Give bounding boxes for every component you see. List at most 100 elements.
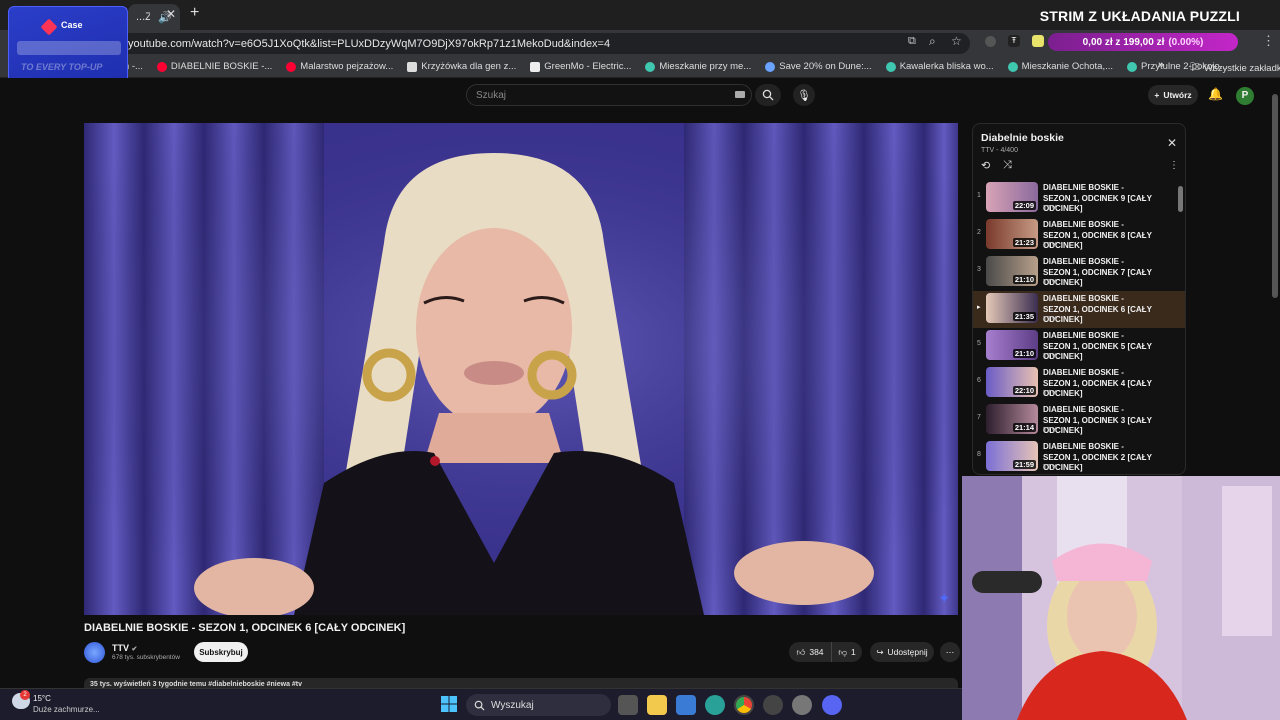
more-actions-button[interactable]: ⋯ xyxy=(940,642,960,662)
extension-icon[interactable]: Ŧ xyxy=(1008,35,1020,47)
close-icon[interactable]: ✕ xyxy=(1167,136,1177,150)
taskbar-search[interactable]: Wyszukaj xyxy=(466,694,611,716)
task-view-icon[interactable] xyxy=(618,695,638,715)
share-button[interactable]: ↪ Udostępnij xyxy=(870,642,934,662)
discord-icon[interactable] xyxy=(822,695,842,715)
steam-icon xyxy=(765,61,776,72)
description-box[interactable]: 35 tys. wyświetleń 3 tygodnie temu #diab… xyxy=(84,678,958,688)
channel-watermark-icon[interactable]: ✦ xyxy=(938,590,950,607)
playlist-title[interactable]: Diabelnie boskie xyxy=(981,132,1064,144)
install-app-icon[interactable]: ⧉ xyxy=(908,35,916,48)
playlist-item[interactable]: 5 21:10 DIABELNIE BOSKIE - SEZON 1, ODCI… xyxy=(973,328,1185,365)
bookmark-item[interactable]: Mieszkanie przy me... xyxy=(645,61,751,72)
create-button[interactable]: + Utwórz xyxy=(1148,85,1198,105)
weather-temp[interactable]: 15°C xyxy=(33,694,51,703)
channel-name[interactable]: TTV ✔ xyxy=(112,643,137,653)
donation-percent: (0.00%) xyxy=(1168,36,1204,48)
address-bar[interactable]: youtube.com/watch?v=e6O5J1XoQtk&list=PLU… xyxy=(120,33,970,54)
playlist-item[interactable]: 3 21:10 DIABELNIE BOSKIE - SEZON 1, ODCI… xyxy=(973,254,1185,291)
all-bookmarks-folder[interactable]: 🗀 Wszystkie zakładki xyxy=(1190,60,1280,77)
playlist-item[interactable]: 2 21:23 DIABELNIE BOSKIE - SEZON 1, ODCI… xyxy=(973,217,1185,254)
playlist-item[interactable]: 6 22:10 DIABELNIE BOSKIE - SEZON 1, ODCI… xyxy=(973,365,1185,402)
donation-amount: 0,00 zł z 199,00 zł xyxy=(1082,36,1165,48)
extension-icon[interactable] xyxy=(985,36,996,47)
windows-start-icon[interactable] xyxy=(440,695,460,715)
search-button[interactable] xyxy=(755,84,781,106)
subscribe-button[interactable]: Subskrybuj xyxy=(194,642,248,662)
thumbs-down-icon: 👎︎ xyxy=(838,646,847,657)
thumbs-up-icon: 👍︎ xyxy=(796,646,806,657)
search-placeholder: Szukaj xyxy=(476,89,507,101)
bookmark-star-icon[interactable]: ☆ xyxy=(951,34,962,48)
youtube-icon xyxy=(156,61,167,72)
video-thumbnail: 21:14 xyxy=(986,404,1038,434)
keyboard-icon[interactable] xyxy=(735,91,745,98)
browser-menu-icon[interactable]: ⋮ xyxy=(1262,33,1275,49)
voice-search-button[interactable]: 🎙 xyxy=(793,84,815,106)
playlist-item-current[interactable]: ▸ 21:35 DIABELNIE BOSKIE - SEZON 1, ODCI… xyxy=(973,291,1185,328)
shuffle-icon[interactable]: ⤨ xyxy=(1003,159,1012,172)
share-icon: ↪ xyxy=(876,646,884,657)
bookmarks-bar: um -... DIABELNIE BOSKIE -... Malarstwo … xyxy=(0,56,1280,78)
video-thumbnail: 22:09 xyxy=(986,182,1038,212)
channel-avatar[interactable] xyxy=(84,642,105,663)
bookmark-item[interactable]: DIABELNIE BOSKIE -... xyxy=(156,61,272,72)
webcam-overlay xyxy=(962,476,1280,720)
playlist-item[interactable]: 1 22:09 DIABELNIE BOSKIE - SEZON 1, ODCI… xyxy=(973,180,1185,217)
edge-icon[interactable] xyxy=(705,695,725,715)
playlist-item[interactable]: 7 21:14 DIABELNIE BOSKIE - SEZON 1, ODCI… xyxy=(973,402,1185,439)
otodom-icon xyxy=(645,61,656,72)
bookmark-item[interactable]: GreenMo - Electric... xyxy=(530,61,631,72)
video-player[interactable]: ✦ xyxy=(84,123,958,615)
more-bookmarks-icon[interactable]: » xyxy=(1158,59,1164,71)
tab-title: ...ZON xyxy=(136,11,151,23)
new-tab-icon[interactable]: + xyxy=(190,4,199,22)
loop-icon[interactable]: ⟲ xyxy=(981,159,990,172)
video-thumbnail: 21:59 xyxy=(986,441,1038,471)
case-tagline: TO EVERY TOP-UP xyxy=(21,62,103,72)
settings-icon[interactable] xyxy=(792,695,812,715)
playlist-scrollbar[interactable] xyxy=(1178,186,1183,212)
playlist-more-icon[interactable]: ⋮ xyxy=(1169,160,1179,171)
bookmark-item[interactable]: Malarstwo pejzażow... xyxy=(286,61,393,72)
bookmark-item[interactable]: Krzyżówka dla gen z... xyxy=(407,61,516,72)
microsoft-store-icon[interactable] xyxy=(676,695,696,715)
page-icon xyxy=(530,61,541,72)
notifications-bell-icon[interactable]: 🔔 xyxy=(1208,87,1223,101)
browser-tab-strip: ...ZON 🔊 ✕ + STRIM Z UKŁADANIA PUZZLI xyxy=(0,0,1280,30)
chrome-icon[interactable] xyxy=(734,695,754,715)
video-thumbnail: 21:10 xyxy=(986,256,1038,286)
page-icon xyxy=(407,61,418,72)
extension-icon[interactable] xyxy=(1032,35,1044,47)
playlist-panel: Diabelnie boskie TTV - 4/400 ✕ ⟲ ⤨ ⋮ 1 2… xyxy=(972,123,1186,475)
webcam-feed xyxy=(962,476,1280,720)
playlist-meta: TTV - 4/400 xyxy=(981,147,1018,154)
video-thumbnail: 21:10 xyxy=(986,330,1038,360)
obs-icon[interactable] xyxy=(763,695,783,715)
like-button[interactable]: 👍︎ 384 xyxy=(789,642,831,662)
bookmark-item[interactable]: Kawalerka bliska wo... xyxy=(885,61,994,72)
otodom-icon xyxy=(1007,61,1018,72)
avatar[interactable]: P xyxy=(1236,87,1254,105)
donation-goal-bar: 0,00 zł z 199,00 zł (0.00%) xyxy=(1048,33,1238,51)
zoom-icon[interactable]: ⌕ xyxy=(929,34,936,49)
bookmark-item[interactable]: Mieszkanie Ochota,... xyxy=(1007,61,1113,72)
subscriber-count: 678 tys. subskrybentów xyxy=(112,654,180,661)
playlist-items: 1 22:09 DIABELNIE BOSKIE - SEZON 1, ODCI… xyxy=(973,180,1185,474)
search-icon xyxy=(474,700,485,711)
search-input[interactable]: Szukaj xyxy=(466,84,752,106)
playlist-item[interactable]: 8 21:59 DIABELNIE BOSKIE - SEZON 1, ODCI… xyxy=(973,439,1185,474)
case-label: Case xyxy=(61,20,83,30)
bookmark-item[interactable]: Save 20% on Dune:... xyxy=(765,61,872,72)
close-tab-icon[interactable]: ✕ xyxy=(166,7,176,21)
weather-desc[interactable]: Duże zachmurze... xyxy=(33,705,100,714)
notification-badge: 2 xyxy=(20,690,30,700)
youtube-header: Szukaj 🎙 + Utwórz 🔔 P xyxy=(0,78,1280,114)
file-explorer-icon[interactable] xyxy=(647,695,667,715)
dislike-button[interactable]: 👎︎ 1 xyxy=(831,642,862,662)
page-scrollbar[interactable] xyxy=(1272,94,1278,298)
otodom-icon xyxy=(1127,61,1138,72)
microphone-icon: 🎙 xyxy=(797,89,811,102)
video-title: DIABELNIE BOSKIE - SEZON 1, ODCINEK 6 [C… xyxy=(84,622,406,634)
video-thumbnail: 22:10 xyxy=(986,367,1038,397)
